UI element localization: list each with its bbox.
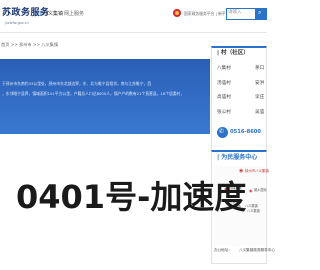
village-panel xyxy=(211,46,267,166)
map-label: 城乡居民 xyxy=(254,188,267,192)
office-address-value: 八义集镇政务服务中心 xyxy=(239,248,275,252)
hotline-number[interactable]: 0516-8600 xyxy=(230,129,261,135)
village-link[interactable]: 吴庙 xyxy=(255,110,264,116)
banner-description-line: 于邳州市东南约33公里处，邳州市东北部边界，东、北与睢宁县相邻，南与江苏睢宁，西 xyxy=(2,81,152,86)
village-link[interactable]: 八集村 xyxy=(217,66,231,72)
map-center-label: 徐州市八义集镇 xyxy=(245,169,269,173)
banner-description-line: ，东邻睢宁县界，镇域面积101平方公里，户籍总人口达8000人，镇户户的数有21… xyxy=(2,91,185,96)
online-hall-link[interactable]: 网上服务 xyxy=(64,12,84,17)
service-center-title: | 为民服务中心 xyxy=(217,154,258,161)
village-link[interactable]: 汤庙村 xyxy=(217,81,231,87)
village-link[interactable]: 安洪 xyxy=(255,81,264,87)
map-pin-icon: ◉ xyxy=(249,188,253,193)
village-link[interactable]: 茅口 xyxy=(255,66,264,72)
search-icon: ⌕ xyxy=(258,9,262,16)
breadcrumb[interactable]: 首页 >> 邳州市 >> 八义集镇 xyxy=(1,42,58,47)
phone-glyph: ✆ xyxy=(219,128,225,135)
map-label: 八义集镇 xyxy=(247,209,260,213)
office-address-label: 办公地址： xyxy=(214,248,232,252)
map-label: 八义集镇 xyxy=(245,204,258,208)
village-panel-title: | 村（社区） xyxy=(217,50,249,56)
search-placeholder: 请输入 xyxy=(228,10,242,15)
village-link[interactable]: 张公村 xyxy=(217,110,231,116)
location-selector[interactable]: 八义集镇 xyxy=(43,12,63,17)
national-emblem-icon xyxy=(173,9,181,17)
village-link[interactable]: 孛庄 xyxy=(255,95,264,101)
map-pin-icon: ◉ xyxy=(239,168,244,174)
village-link[interactable]: 高庙村 xyxy=(217,95,231,101)
town-banner xyxy=(0,59,210,134)
logo-subtitle: jszwfw.gov.cn xyxy=(5,21,29,25)
error-watermark: 0401号-加速度 xyxy=(16,178,247,216)
location-pin-icon: ⊙ xyxy=(36,10,42,18)
